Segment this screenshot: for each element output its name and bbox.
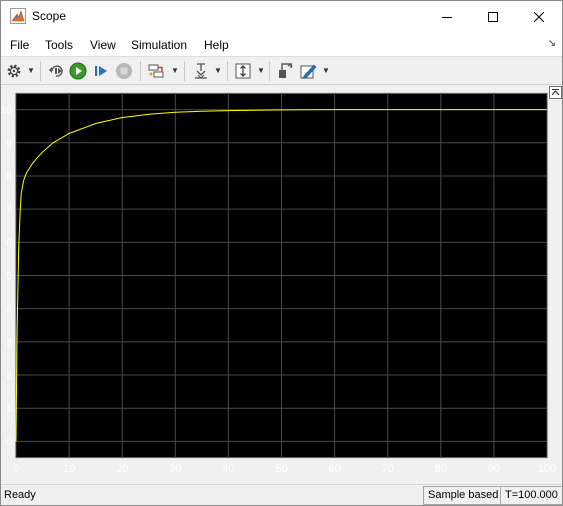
status-bar: Ready Sample based T=100.000 (1, 484, 562, 505)
menu-help[interactable]: Help (204, 38, 229, 52)
menu-file[interactable]: File (10, 38, 29, 52)
status-text: Ready (4, 489, 36, 501)
x-tick-label: 40 (222, 463, 234, 475)
trigger-dropdown-icon[interactable]: ▼ (214, 67, 222, 75)
style-icon (300, 64, 317, 79)
toolbar-separator (184, 61, 185, 81)
y-tick-label: 6 (6, 237, 12, 249)
trigger-button[interactable] (191, 61, 211, 81)
x-tick-label: 10 (63, 463, 75, 475)
y-tick-label: 5 (6, 271, 12, 283)
x-tick-label: 0 (13, 463, 19, 475)
scope-window: Scope File Tools View Simulation Help ↘ … (0, 0, 563, 506)
close-icon (534, 11, 544, 22)
highlight-block-icon (279, 63, 293, 78)
toolbar: ▼ ▼ ▼ ▼ ▼ (1, 57, 562, 85)
y-tick-label: 7 (6, 204, 12, 216)
minimize-button[interactable] (424, 1, 470, 32)
zoom-dropdown-icon[interactable]: ▼ (257, 67, 265, 75)
settings-button[interactable] (4, 61, 24, 81)
zoom-fit-icon (235, 63, 251, 79)
gear-icon (7, 64, 21, 78)
y-tick-label: 0 (6, 436, 12, 448)
title-bar[interactable]: Scope (1, 1, 562, 32)
y-tick-label: 4 (6, 304, 12, 316)
step-back-button[interactable] (46, 61, 66, 81)
simulation-time: T=100.000 (500, 486, 562, 505)
menu-bar: File Tools View Simulation Help ↘ (1, 32, 562, 57)
sample-mode-indicator: Sample based (423, 486, 504, 505)
x-tick-label: 100 (538, 463, 556, 475)
y-tick-label: 10 (1, 105, 12, 117)
dock-arrow-icon[interactable]: ↘ (548, 38, 556, 49)
toolbar-separator (227, 61, 228, 81)
minimize-icon (442, 16, 452, 18)
x-tick-label: 90 (488, 463, 500, 475)
maximize-icon (488, 11, 498, 22)
settings-dropdown-icon[interactable]: ▼ (27, 67, 35, 75)
menu-tools[interactable]: Tools (45, 38, 73, 52)
step-forward-button[interactable] (91, 61, 111, 81)
style-dropdown-icon[interactable]: ▼ (322, 67, 330, 75)
y-tick-label: 3 (6, 337, 12, 349)
trigger-icon (195, 63, 207, 79)
x-tick-label: 30 (169, 463, 181, 475)
step-forward-icon (95, 66, 107, 76)
run-icon (69, 62, 87, 80)
stop-button (114, 61, 134, 81)
step-back-icon (49, 65, 63, 77)
signal-selector-dropdown-icon[interactable]: ▼ (171, 67, 179, 75)
x-tick-label: 60 (328, 463, 340, 475)
matlab-app-icon (10, 8, 26, 24)
highlight-block-button[interactable] (275, 61, 295, 81)
menu-view[interactable]: View (90, 38, 116, 52)
run-button[interactable] (68, 61, 88, 81)
window-title: Scope (32, 9, 67, 23)
zoom-fit-button[interactable] (233, 61, 253, 81)
close-button[interactable] (516, 1, 562, 32)
x-tick-label: 70 (382, 463, 394, 475)
toolbar-separator (40, 61, 41, 81)
stop-icon (116, 63, 132, 79)
style-button[interactable] (298, 61, 318, 81)
y-tick-label: 2 (6, 370, 12, 382)
menu-simulation[interactable]: Simulation (131, 38, 187, 52)
x-tick-label: 50 (275, 463, 287, 475)
x-tick-label: 20 (116, 463, 128, 475)
signal-selector-icon (148, 64, 164, 78)
x-tick-label: 80 (435, 463, 447, 475)
signal-selector-button[interactable] (147, 61, 167, 81)
toolbar-separator (140, 61, 141, 81)
maximize-button[interactable] (470, 1, 516, 32)
y-tick-label: 9 (6, 138, 12, 150)
y-tick-label: 8 (6, 171, 12, 183)
scope-plot[interactable]: 0 10 20 30 40 50 60 70 80 90 100 0 1 2 3 4 5 6 7 8 9 10 (1, 85, 562, 483)
toolbar-separator (269, 61, 270, 81)
y-tick-label: 1 (6, 403, 12, 415)
